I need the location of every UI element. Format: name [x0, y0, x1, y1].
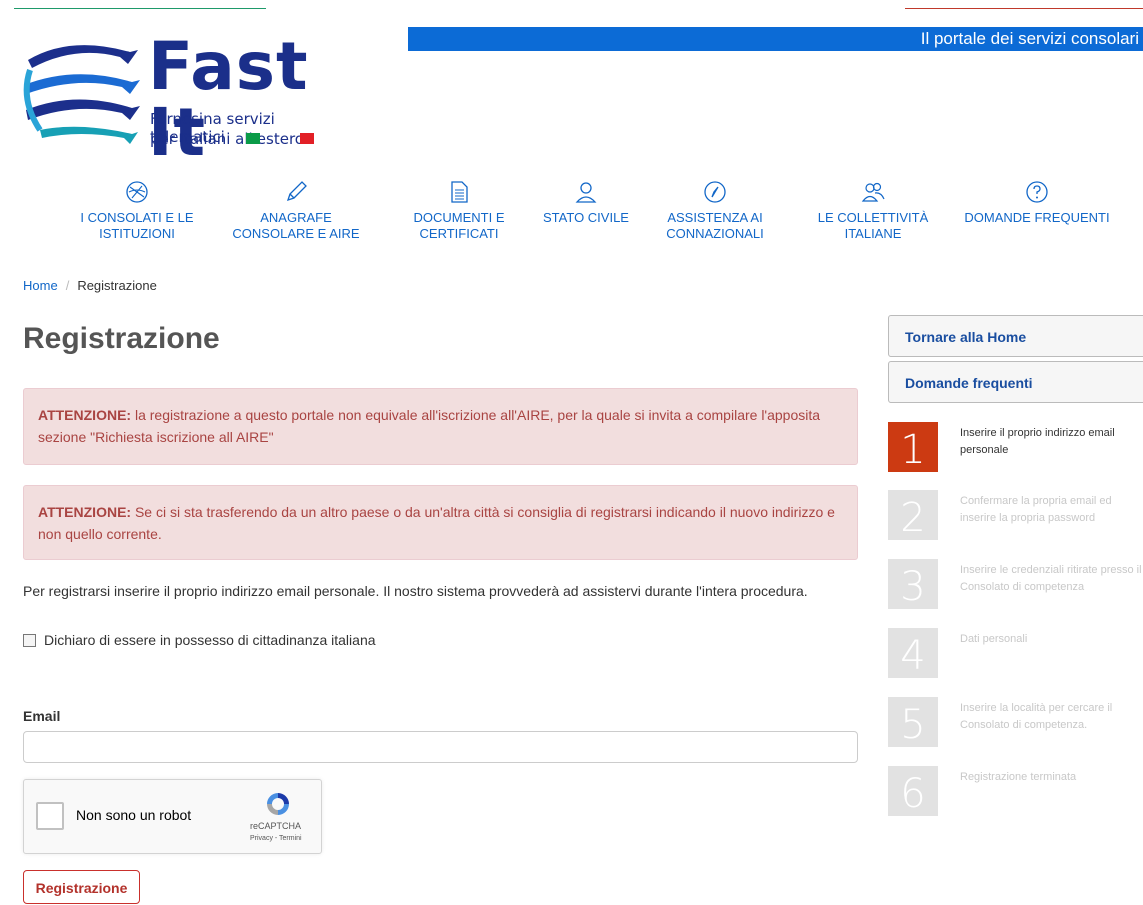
step-1: 1 Inserire il proprio indirizzo email pe… [888, 422, 1143, 473]
step-1-text: Inserire il proprio indirizzo email pers… [960, 427, 1115, 456]
nav-anagrafe[interactable]: ANAGRAFE CONSOLARE E AIRE [226, 180, 366, 242]
alert2-text: Se ci si sta trasferendo da un altro pae… [38, 504, 835, 542]
step-3-text: Inserire le credenziali ritirate presso … [960, 564, 1142, 593]
nav-anagrafe-line1: ANAGRAFE [260, 210, 332, 225]
alert2-strong: ATTENZIONE: [38, 504, 132, 520]
nav-consolati-line1: I CONSOLATI E LE [80, 210, 194, 225]
nav-consolati[interactable]: I CONSOLATI E LE ISTITUZIONI [72, 180, 202, 242]
step-5-text: Inserire la località per cercare il Cons… [960, 702, 1113, 731]
flag-green [246, 133, 260, 144]
breadcrumb-current: Registrazione [77, 278, 157, 293]
question-icon [1026, 181, 1048, 203]
main-nav: I CONSOLATI E LE ISTITUZIONI ANAGRAFE CO… [0, 180, 1143, 260]
transfer-warning-alert: ATTENZIONE: Se ci si sta trasferendo da … [23, 485, 858, 560]
email-field[interactable] [23, 731, 858, 763]
step-6-number: 6 [888, 766, 938, 817]
step-5: 5 Inserire la località per cercare il Co… [888, 697, 1143, 748]
step-2-number: 2 [888, 490, 938, 541]
nav-assistenza-line1: ASSISTENZA AI [667, 210, 763, 225]
nav-domande[interactable]: DOMANDE FREQUENTI [952, 180, 1122, 226]
people-icon [861, 182, 885, 202]
logo-subtitle-2: per Italiani all'estero [150, 130, 304, 148]
person-icon [575, 182, 597, 203]
step-2: 2 Confermare la propria email ed inserir… [888, 490, 1143, 541]
portal-tagline-bar: Il portale dei servizi consolari [408, 27, 1143, 51]
nav-stato-civile[interactable]: STATO CIVILE [535, 180, 637, 226]
nav-documenti-line2: CERTIFICATI [419, 226, 499, 241]
alert1-text: la registrazione a questo portale non eq… [38, 407, 821, 445]
top-accent-green [14, 8, 266, 9]
nav-assistenza[interactable]: ASSISTENZA AI CONNAZIONALI [652, 180, 778, 242]
step-2-text: Confermare la propria email ed inserire … [960, 495, 1112, 524]
recaptcha-brand: reCAPTCHA [250, 821, 302, 831]
nav-collettivita-line2: ITALIANE [844, 226, 902, 241]
breadcrumb: Home / Registrazione [23, 278, 157, 293]
top-accent-red [905, 8, 1143, 9]
nav-documenti-line1: DOCUMENTI E [413, 210, 505, 225]
intro-text: Per registrarsi inserire il proprio indi… [23, 583, 808, 599]
step-4-number: 4 [888, 628, 938, 679]
compass-icon [704, 181, 726, 203]
recaptcha-links[interactable]: Privacy - Termini [250, 835, 302, 842]
step-1-number: 1 [888, 422, 938, 473]
registrazione-button[interactable]: Registrazione [23, 870, 140, 904]
globe-icon [126, 181, 148, 203]
citizenship-checkbox-row[interactable]: Dichiaro di essere in possesso di cittad… [23, 632, 376, 648]
portal-tagline: Il portale dei servizi consolari [920, 29, 1139, 48]
nav-collettivita[interactable]: LE COLLETTIVITÀ ITALIANE [808, 180, 938, 242]
swirl-logo-icon [23, 45, 140, 144]
step-3-number: 3 [888, 559, 938, 610]
fast-it-logo[interactable]: Fast It Farnesina servizi telematici per… [20, 30, 320, 166]
alert1-strong: ATTENZIONE: [38, 407, 132, 423]
citizenship-checkbox-label: Dichiaro di essere in possesso di cittad… [44, 632, 376, 648]
pencil-icon [286, 181, 307, 202]
nav-stato-civile-line1: STATO CIVILE [543, 210, 629, 225]
breadcrumb-home[interactable]: Home [23, 278, 58, 293]
nav-domande-line1: DOMANDE FREQUENTI [964, 210, 1110, 225]
recaptcha-widget: Non sono un robot reCAPTCHA Privacy - Te… [23, 779, 322, 854]
sidebar-home-link[interactable]: Tornare alla Home [888, 315, 1143, 357]
step-3: 3 Inserire le credenziali ritirate press… [888, 559, 1143, 610]
step-4: 4 Dati personali [888, 628, 1143, 679]
page-title: Registrazione [23, 322, 220, 355]
step-5-number: 5 [888, 697, 938, 748]
sidebar-faq-link[interactable]: Domande frequenti [888, 361, 1143, 403]
nav-consolati-line2: ISTITUZIONI [99, 226, 175, 241]
breadcrumb-separator: / [65, 278, 70, 293]
document-icon [451, 181, 468, 203]
recaptcha-checkbox[interactable] [36, 802, 64, 830]
nav-collettivita-line1: LE COLLETTIVITÀ [817, 210, 929, 225]
nav-assistenza-line2: CONNAZIONALI [666, 226, 764, 241]
recaptcha-logo-icon [267, 793, 289, 815]
step-6: 6 Registrazione terminata [888, 766, 1143, 817]
aire-warning-alert: ATTENZIONE: la registrazione a questo po… [23, 388, 858, 465]
recaptcha-label: Non sono un robot [76, 807, 192, 823]
flag-red [300, 133, 314, 144]
nav-documenti[interactable]: DOCUMENTI E CERTIFICATI [404, 180, 514, 242]
citizenship-checkbox[interactable] [23, 633, 36, 647]
step-6-text: Registrazione terminata [960, 771, 1077, 783]
step-4-text: Dati personali [960, 633, 1028, 645]
email-label: Email [23, 708, 61, 724]
nav-anagrafe-line2: CONSOLARE E AIRE [232, 226, 360, 241]
